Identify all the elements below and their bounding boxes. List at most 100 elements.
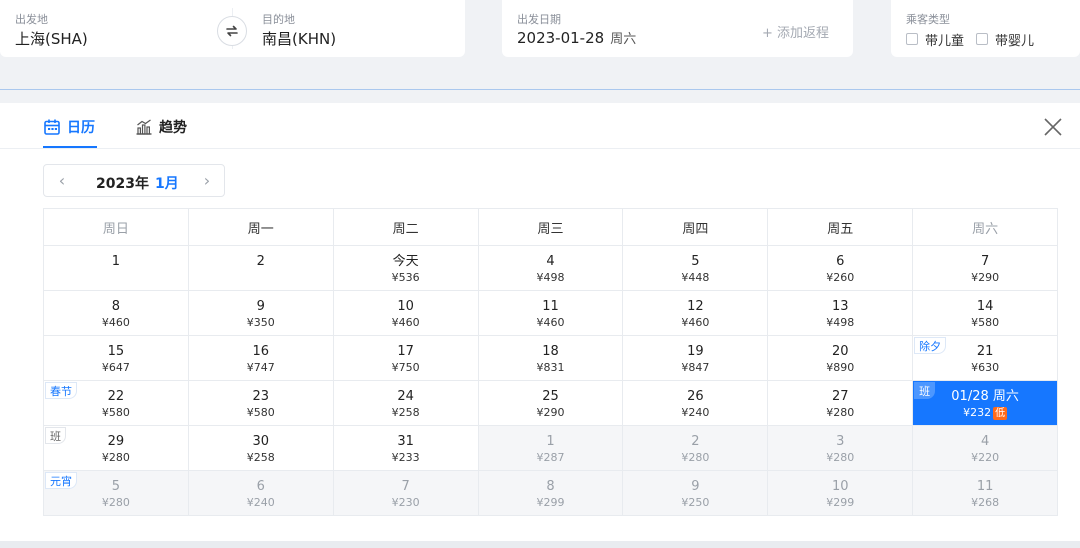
tab-calendar[interactable]: 日历 xyxy=(43,117,95,137)
day-cell[interactable]: 9 ¥250 xyxy=(623,471,769,516)
day-cell[interactable]: 8 ¥460 xyxy=(44,291,189,336)
calendar-week-row: 8 ¥460 9 ¥350 10 ¥460 11 ¥460 12 ¥460 13 ¥498 14 ¥580 xyxy=(44,291,1059,336)
day-cell[interactable]: 12 ¥460 xyxy=(623,291,769,336)
day-price: ¥233 xyxy=(334,451,478,464)
day-price: ¥258 xyxy=(189,451,333,464)
day-cell[interactable]: 16 ¥747 xyxy=(188,336,334,381)
day-number: 17 xyxy=(397,344,414,359)
date-box[interactable]: 出发日期 2023-01-28 周六 + 添加返程 xyxy=(502,0,853,57)
day-cell[interactable]: 春节 22 ¥580 xyxy=(44,381,189,426)
to-city[interactable]: 南昌(KHN) xyxy=(262,28,336,49)
from-label: 出发地 xyxy=(15,13,48,26)
day-cell[interactable]: 除夕 21 ¥630 xyxy=(913,336,1059,381)
day-price: ¥240 xyxy=(623,406,767,419)
day-cell[interactable]: 19 ¥847 xyxy=(623,336,769,381)
day-cell[interactable]: 4 ¥220 xyxy=(913,426,1059,471)
close-icon[interactable] xyxy=(1042,116,1064,138)
day-cell[interactable]: 10 ¥460 xyxy=(333,291,479,336)
day-cell[interactable]: 23 ¥580 xyxy=(188,381,334,426)
day-cell[interactable]: 18 ¥831 xyxy=(478,336,624,381)
day-number: 19 xyxy=(687,344,704,359)
day-price: ¥220 xyxy=(913,451,1057,464)
day-cell[interactable]: 17 ¥750 xyxy=(333,336,479,381)
active-tab-indicator xyxy=(43,146,97,148)
day-number: 5 xyxy=(111,479,121,494)
day-cell[interactable]: 7 ¥230 xyxy=(333,471,479,516)
day-cell[interactable]: 8 ¥299 xyxy=(478,471,624,516)
day-cell[interactable]: 15 ¥647 xyxy=(44,336,189,381)
child-label[interactable]: 带儿童 xyxy=(925,30,964,49)
weekday-header: 周六 xyxy=(913,209,1059,246)
price-value: ¥890 xyxy=(826,361,855,374)
day-cell[interactable]: 6 ¥240 xyxy=(188,471,334,516)
swap-arrows-icon xyxy=(226,25,238,37)
day-cell[interactable]: 11 ¥268 xyxy=(913,471,1059,516)
calendar-grid: 周日 周一 周二 周三 周四 周五 周六 1 2 今天 ¥536 4 ¥498 5 ¥448 6… xyxy=(43,208,1059,516)
day-price: ¥290 xyxy=(913,271,1057,284)
price-value: ¥747 xyxy=(246,361,275,374)
day-cell[interactable]: 14 ¥580 xyxy=(913,291,1059,336)
month-navigator: ‹ 2023年 1月 › xyxy=(43,164,225,197)
day-cell[interactable]: 24 ¥258 xyxy=(333,381,479,426)
day-cell[interactable]: 3 ¥280 xyxy=(768,426,914,471)
day-cell[interactable]: 今天 ¥536 xyxy=(333,246,479,291)
day-cell[interactable]: 1 xyxy=(44,246,189,291)
day-cell[interactable]: 2 xyxy=(188,246,334,291)
day-number: 4 xyxy=(546,254,555,269)
infant-label[interactable]: 带婴儿 xyxy=(995,30,1034,49)
day-number: 4 xyxy=(980,434,990,449)
day-cell[interactable]: 元宵 5 ¥280 xyxy=(44,471,189,516)
day-cell[interactable]: 5 ¥448 xyxy=(623,246,769,291)
next-month-icon[interactable]: › xyxy=(199,172,215,190)
day-number: 18 xyxy=(542,344,559,359)
price-value: ¥240 xyxy=(681,406,710,419)
day-price: ¥498 xyxy=(479,271,623,284)
tab-trend-label: 趋势 xyxy=(159,120,187,136)
day-cell[interactable]: 13 ¥498 xyxy=(768,291,914,336)
day-number: 7 xyxy=(980,254,990,269)
departure-date[interactable]: 2023-01-28 周六 xyxy=(517,28,636,47)
day-price: ¥240 xyxy=(189,496,333,509)
day-price: ¥498 xyxy=(768,316,912,329)
child-checkbox[interactable] xyxy=(906,33,918,45)
day-cell[interactable]: 1 ¥287 xyxy=(478,426,624,471)
swap-button[interactable] xyxy=(217,16,247,46)
day-price: ¥890 xyxy=(768,361,912,374)
day-number: 6 xyxy=(256,479,265,494)
price-value: ¥220 xyxy=(971,451,1000,464)
day-cell[interactable]: 20 ¥890 xyxy=(768,336,914,381)
day-number: 14 xyxy=(976,299,994,314)
day-cell[interactable]: 班 29 ¥280 xyxy=(44,426,189,471)
price-value: ¥299 xyxy=(826,496,855,509)
day-price: ¥831 xyxy=(479,361,623,374)
day-price: ¥536 xyxy=(334,271,478,284)
day-price: ¥460 xyxy=(623,316,767,329)
day-price: ¥260 xyxy=(768,271,912,284)
day-cell[interactable]: 30 ¥258 xyxy=(188,426,334,471)
day-number: 10 xyxy=(831,479,849,494)
day-cell[interactable]: 25 ¥290 xyxy=(478,381,624,426)
day-cell[interactable]: 27 ¥280 xyxy=(768,381,914,426)
day-cell[interactable]: 11 ¥460 xyxy=(478,291,624,336)
weekday-header: 周四 xyxy=(623,209,769,246)
selected-day-cell[interactable]: 班 01/28 周六 ¥232 低 xyxy=(913,381,1059,426)
add-return-button[interactable]: + 添加返程 xyxy=(762,22,829,41)
day-number: 10 xyxy=(397,299,414,314)
day-number: 12 xyxy=(687,299,704,314)
day-price: ¥448 xyxy=(623,271,767,284)
day-cell[interactable]: 31 ¥233 xyxy=(333,426,479,471)
price-value: ¥460 xyxy=(536,316,565,329)
day-cell[interactable]: 6 ¥260 xyxy=(768,246,914,291)
price-value: ¥580 xyxy=(971,316,1000,329)
tab-trend[interactable]: 趋势 xyxy=(135,117,187,137)
day-cell[interactable]: 26 ¥240 xyxy=(623,381,769,426)
day-cell[interactable]: 9 ¥350 xyxy=(188,291,334,336)
day-cell[interactable]: 10 ¥299 xyxy=(768,471,914,516)
day-price: ¥460 xyxy=(44,316,188,329)
from-city[interactable]: 上海(SHA) xyxy=(15,28,88,49)
infant-checkbox[interactable] xyxy=(976,33,988,45)
day-cell[interactable]: 4 ¥498 xyxy=(478,246,624,291)
day-cell[interactable]: 7 ¥290 xyxy=(913,246,1059,291)
prev-month-icon[interactable]: ‹ xyxy=(54,172,70,190)
day-cell[interactable]: 2 ¥280 xyxy=(623,426,769,471)
